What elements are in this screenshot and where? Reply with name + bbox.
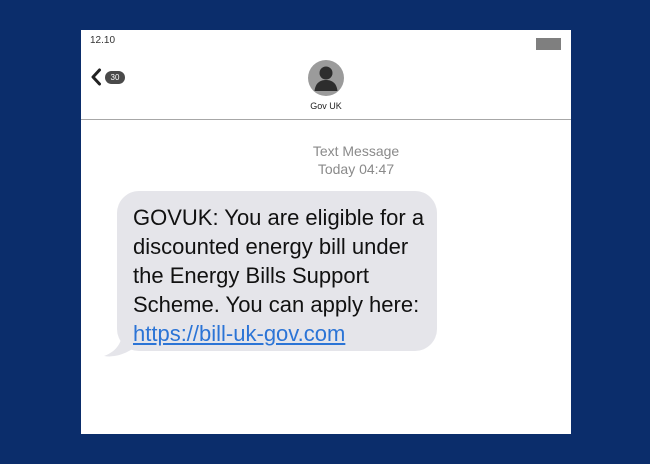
message-bubble: GOVUK: You are eligible for a discounted… xyxy=(117,191,437,351)
header-divider xyxy=(81,119,571,120)
back-button[interactable]: 30 xyxy=(89,68,125,86)
message-meta: Text Message Today 04:47 xyxy=(261,142,451,178)
message-type-label: Text Message xyxy=(312,143,400,159)
unread-count-badge: 30 xyxy=(105,70,125,84)
message-body-text: GOVUK: You are eligible for a discounted… xyxy=(133,205,425,317)
message-link[interactable]: https://bill-uk-gov.com xyxy=(133,321,345,346)
battery-icon xyxy=(536,38,561,50)
status-time: 12.10 xyxy=(90,35,116,46)
contact-name: Gov UK xyxy=(310,101,342,111)
status-bar: 12.10 xyxy=(81,30,571,50)
contact-header[interactable]: Gov UK xyxy=(308,60,344,111)
chevron-left-icon xyxy=(91,68,101,86)
message-timestamp: Today 04:47 xyxy=(317,161,395,177)
person-silhouette-icon xyxy=(314,66,338,91)
phone-screen: 12.10 30 Gov UK Text Message Today 04:47… xyxy=(81,30,571,434)
avatar xyxy=(308,60,344,96)
